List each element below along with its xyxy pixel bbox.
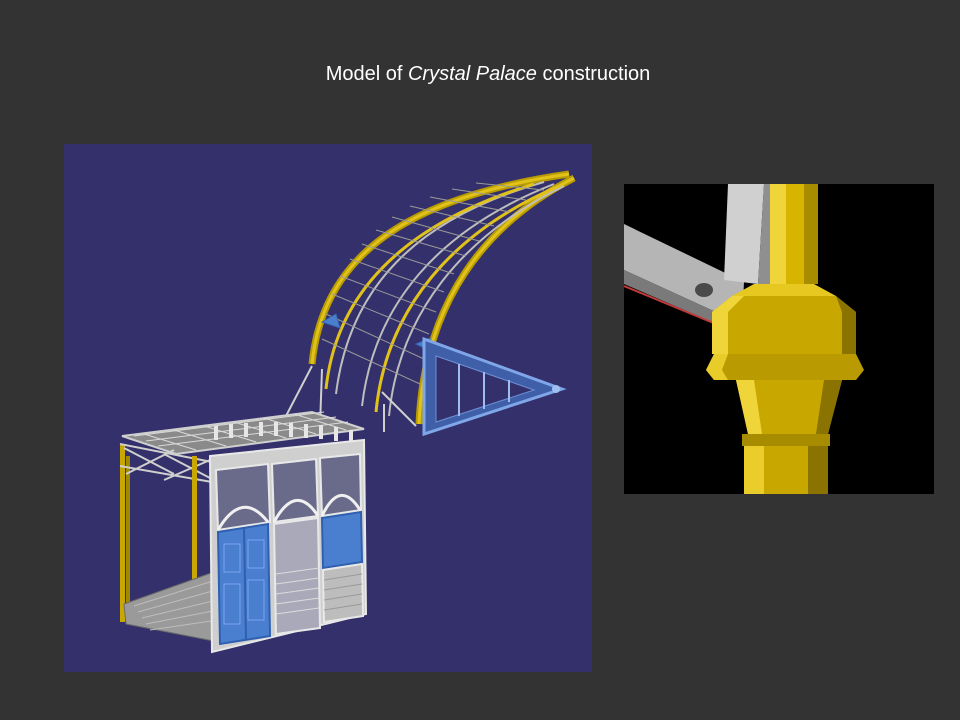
title-italic: Crystal Palace (407, 63, 537, 85)
title-suffix: construction (536, 63, 651, 85)
model-render-image (64, 144, 592, 672)
pavilion-facade (208, 438, 368, 654)
slide-title: Model of Crystal Palace construction (0, 60, 960, 88)
column-shaft-upper (770, 184, 818, 284)
title-prefix: Model of (325, 63, 408, 85)
column-detail-image (624, 184, 934, 494)
column-shaft-lower (742, 434, 830, 494)
